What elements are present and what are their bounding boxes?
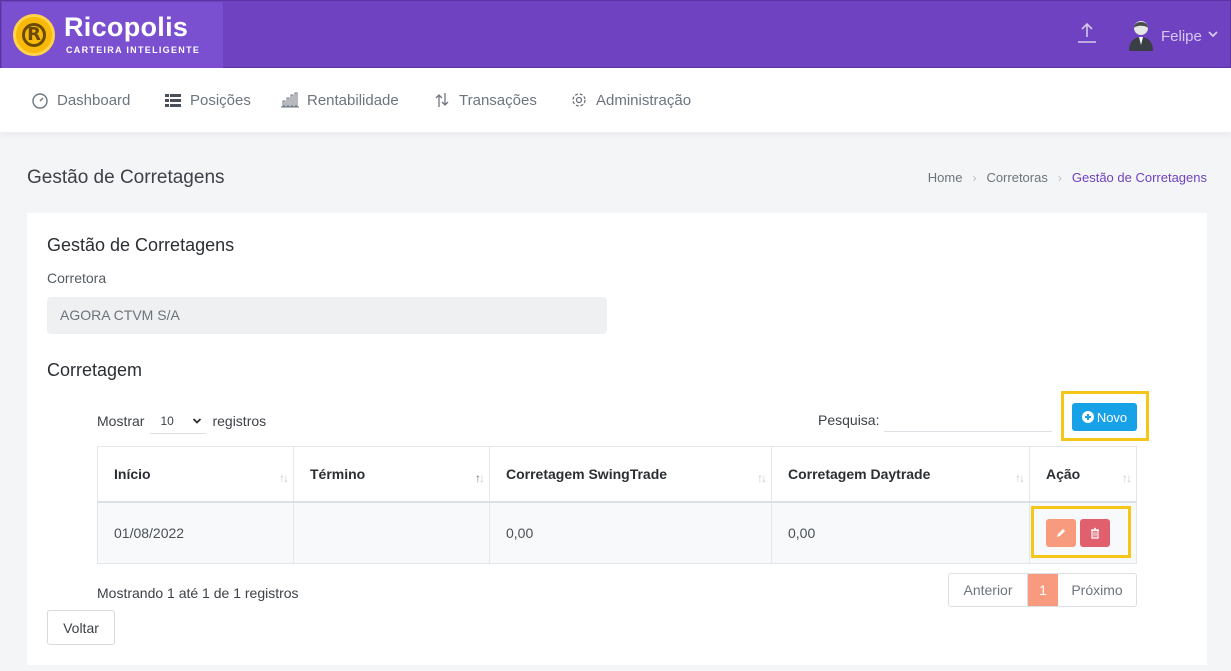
logo-icon: R bbox=[13, 14, 55, 56]
chevron-down-icon[interactable] bbox=[1207, 28, 1219, 40]
column-header-swing[interactable]: Corretagem SwingTrade ↑↓ bbox=[489, 446, 772, 503]
gear-icon bbox=[572, 93, 586, 107]
cell-termino bbox=[293, 501, 490, 564]
sort-icon: ↑↓ bbox=[757, 471, 767, 485]
column-header-day[interactable]: Corretagem Daytrade ↑↓ bbox=[771, 446, 1030, 503]
sort-icon: ↑↓ bbox=[1015, 471, 1025, 485]
back-button[interactable]: Voltar bbox=[47, 610, 115, 645]
table-info: Mostrando 1 até 1 de 1 registros bbox=[97, 585, 299, 601]
column-label: Início bbox=[114, 465, 151, 482]
table-header-row: Início ↑↓ Término ↑↓ Corretagem SwingTra… bbox=[97, 446, 1137, 503]
new-button-label: Novo bbox=[1096, 409, 1128, 425]
nav-transacoes[interactable]: Transações bbox=[433, 90, 537, 110]
logo-letter: R bbox=[27, 24, 41, 45]
column-header-inicio[interactable]: Início ↑↓ bbox=[97, 446, 294, 503]
search-control: Pesquisa: bbox=[818, 408, 1053, 432]
column-label: Término bbox=[310, 465, 366, 482]
corretora-label: Corretora bbox=[47, 270, 107, 286]
corretagem-table: Início ↑↓ Término ↑↓ Corretagem SwingTra… bbox=[97, 446, 1137, 564]
nav-administracao[interactable]: Administração bbox=[570, 90, 691, 110]
chevron-right-icon: › bbox=[1057, 170, 1062, 185]
nav-posicoes-label: Posições bbox=[190, 91, 251, 109]
nav-administracao-label: Administração bbox=[596, 91, 692, 109]
breadcrumb-corretoras[interactable]: Corretoras bbox=[986, 170, 1047, 185]
column-label: Corretagem SwingTrade bbox=[506, 465, 668, 482]
nav-rentabilidade[interactable]: Rentabilidade bbox=[281, 90, 399, 110]
column-label: Corretagem Daytrade bbox=[788, 465, 931, 482]
nav-transacoes-label: Transações bbox=[459, 91, 537, 109]
cell-inicio: 01/08/2022 bbox=[97, 501, 294, 564]
main-nav: Dashboard Posições Rentabilidade Transaç… bbox=[0, 68, 1231, 132]
search-input[interactable] bbox=[884, 408, 1053, 432]
brand-tagline: CARTEIRA INTELIGENTE bbox=[66, 45, 201, 55]
records-label: registros bbox=[212, 413, 267, 429]
main-card: Gestão de Corretagens Corretora AGORA CT… bbox=[27, 213, 1207, 665]
nav-posicoes[interactable]: Posições bbox=[164, 90, 251, 110]
breadcrumb: Home › Corretoras › Gestão de Corretagen… bbox=[928, 170, 1207, 185]
table-row: 01/08/2022 0,00 0,00 bbox=[97, 501, 1137, 564]
pagination-page-1[interactable]: 1 bbox=[1028, 574, 1058, 606]
sort-icon: ↑↓ bbox=[279, 471, 289, 485]
page-length-value: 10 bbox=[160, 413, 174, 428]
brand[interactable]: R Ricopolis CARTEIRA INTELIGENTE bbox=[2, 2, 223, 68]
pencil-icon bbox=[1057, 529, 1065, 537]
column-label: Ação bbox=[1046, 465, 1081, 482]
column-header-termino[interactable]: Término ↑↓ bbox=[293, 446, 490, 503]
page-title: Gestão de Corretagens bbox=[27, 167, 225, 188]
delete-button[interactable] bbox=[1080, 519, 1110, 547]
arrows-updown-icon bbox=[435, 93, 449, 107]
brand-name: Ricopolis bbox=[64, 12, 189, 42]
sort-asc-icon: ↑↓ bbox=[475, 471, 485, 485]
pagination: Anterior 1 Próximo bbox=[948, 573, 1137, 607]
show-label: Mostrar bbox=[97, 413, 145, 429]
nav-dashboard[interactable]: Dashboard bbox=[31, 90, 130, 110]
trash-icon bbox=[1091, 527, 1099, 539]
card-title: Gestão de Corretagens bbox=[47, 235, 235, 255]
upload-icon[interactable] bbox=[1075, 21, 1099, 45]
bar-chart-icon bbox=[281, 92, 299, 108]
pagination-prev[interactable]: Anterior bbox=[949, 574, 1028, 606]
breadcrumb-home[interactable]: Home bbox=[928, 170, 963, 185]
avatar[interactable] bbox=[1127, 19, 1155, 51]
edit-button[interactable] bbox=[1046, 519, 1076, 547]
sort-icon: ↑↓ bbox=[1122, 471, 1132, 485]
top-bar: R Ricopolis CARTEIRA INTELIGENTE Felipe bbox=[0, 0, 1231, 68]
section-title: Corretagem bbox=[47, 360, 143, 380]
page-length-select[interactable]: 10 bbox=[150, 408, 207, 434]
cell-day: 0,00 bbox=[771, 501, 1030, 564]
new-button[interactable]: Novo bbox=[1072, 403, 1137, 431]
nav-dashboard-label: Dashboard bbox=[57, 91, 131, 109]
plus-circle-icon bbox=[1081, 411, 1094, 423]
nav-rentabilidade-label: Rentabilidade bbox=[307, 91, 399, 109]
cell-swing: 0,00 bbox=[489, 501, 772, 564]
gauge-icon bbox=[32, 93, 48, 109]
breadcrumb-current: Gestão de Corretagens bbox=[1071, 170, 1207, 185]
pagination-next[interactable]: Próximo bbox=[1058, 574, 1136, 606]
chevron-right-icon: › bbox=[972, 170, 977, 185]
search-label: Pesquisa: bbox=[818, 412, 880, 428]
corretora-field: AGORA CTVM S/A bbox=[47, 297, 607, 334]
list-icon bbox=[165, 94, 181, 107]
chevron-down-icon bbox=[193, 417, 202, 424]
page-length-control: Mostrar 10 registros bbox=[97, 408, 266, 434]
column-header-acao[interactable]: Ação ↑↓ bbox=[1029, 446, 1137, 503]
user-name[interactable]: Felipe bbox=[1161, 28, 1202, 45]
